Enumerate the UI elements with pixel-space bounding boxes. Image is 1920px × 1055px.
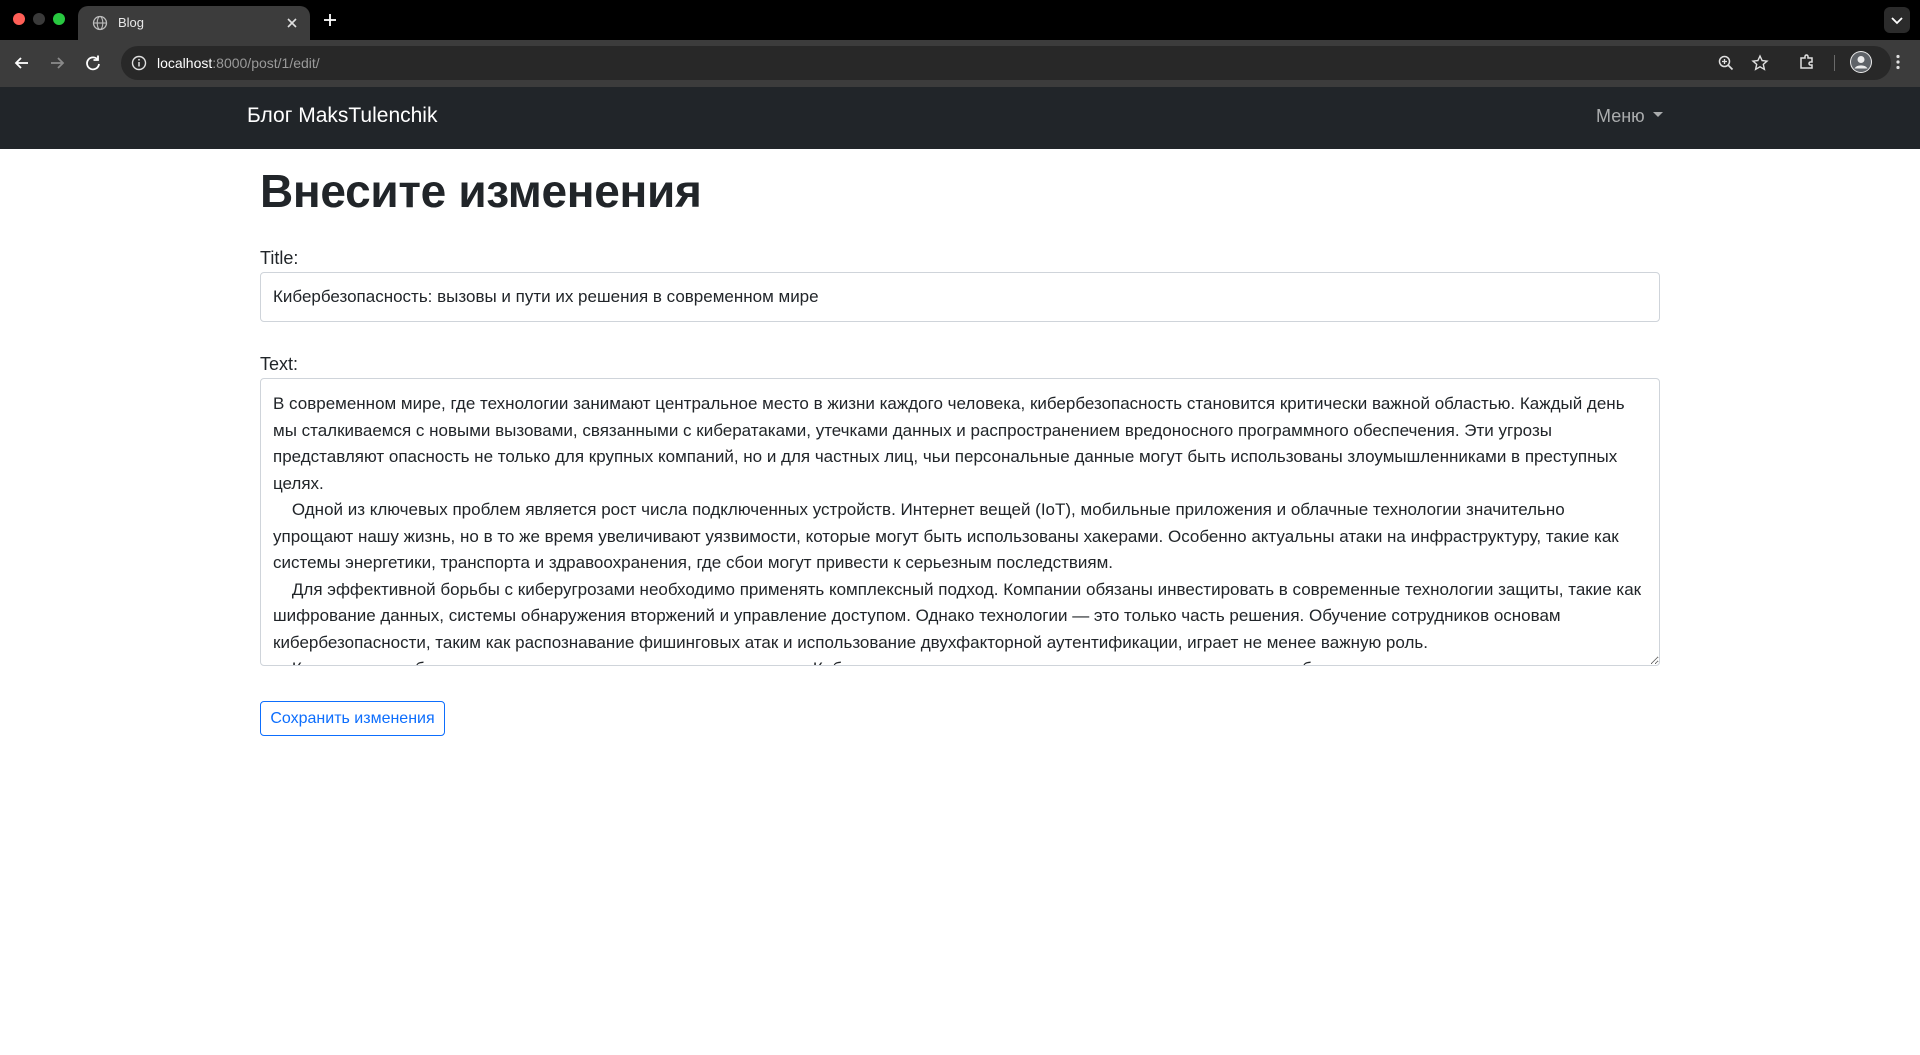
toolbar-divider (1834, 55, 1835, 71)
title-label: Title: (260, 248, 299, 268)
puzzle-icon[interactable] (1797, 52, 1817, 72)
url-text[interactable]: localhost:8000/post/1/edit/ (157, 55, 320, 71)
navbar-brand[interactable]: Блог MaksTulenchik (247, 104, 437, 128)
save-changes-button[interactable]: Сохранить изменения (260, 701, 445, 736)
url-path: :8000/post/1/edit/ (212, 55, 320, 71)
window-minimize-button[interactable] (33, 13, 45, 25)
menu-label: Меню (1596, 106, 1645, 126)
chevron-down-icon (1891, 17, 1903, 25)
star-icon[interactable] (1751, 54, 1769, 72)
arrow-left-icon[interactable] (11, 52, 33, 74)
url-host: localhost (157, 55, 213, 71)
arrow-right-icon[interactable] (46, 52, 68, 74)
address-bar[interactable]: localhost:8000/post/1/edit/ (121, 46, 1891, 80)
avatar-icon (1851, 52, 1871, 72)
kebab-icon[interactable] (1888, 52, 1908, 72)
browser-toolbar: localhost:8000/post/1/edit/ (0, 40, 1920, 87)
profile-icon[interactable] (1850, 51, 1872, 73)
browser-tab-bar: Blog (0, 0, 1920, 40)
globe-icon (92, 15, 108, 31)
site-navbar: Блог MaksTulenchik Меню (0, 87, 1920, 149)
window-close-button[interactable] (13, 13, 25, 25)
reload-icon[interactable] (82, 52, 104, 74)
text-textarea[interactable]: В современном мире, где технологии заним… (260, 378, 1660, 666)
page-title: Внесите изменения (260, 165, 702, 217)
window-maximize-button[interactable] (53, 13, 65, 25)
info-icon[interactable] (131, 55, 147, 71)
title-input[interactable] (260, 272, 1660, 322)
tab-title: Blog (118, 15, 145, 30)
tab-search-button[interactable] (1884, 7, 1910, 33)
text-label: Text: (260, 354, 299, 374)
zoom-icon[interactable] (1717, 54, 1735, 72)
close-icon[interactable] (284, 15, 300, 31)
browser-tab-blog[interactable]: Blog (78, 6, 310, 40)
menu-dropdown-toggle[interactable]: Меню (1596, 106, 1663, 127)
plus-icon[interactable] (320, 10, 340, 30)
caret-down-icon (1652, 112, 1663, 117)
